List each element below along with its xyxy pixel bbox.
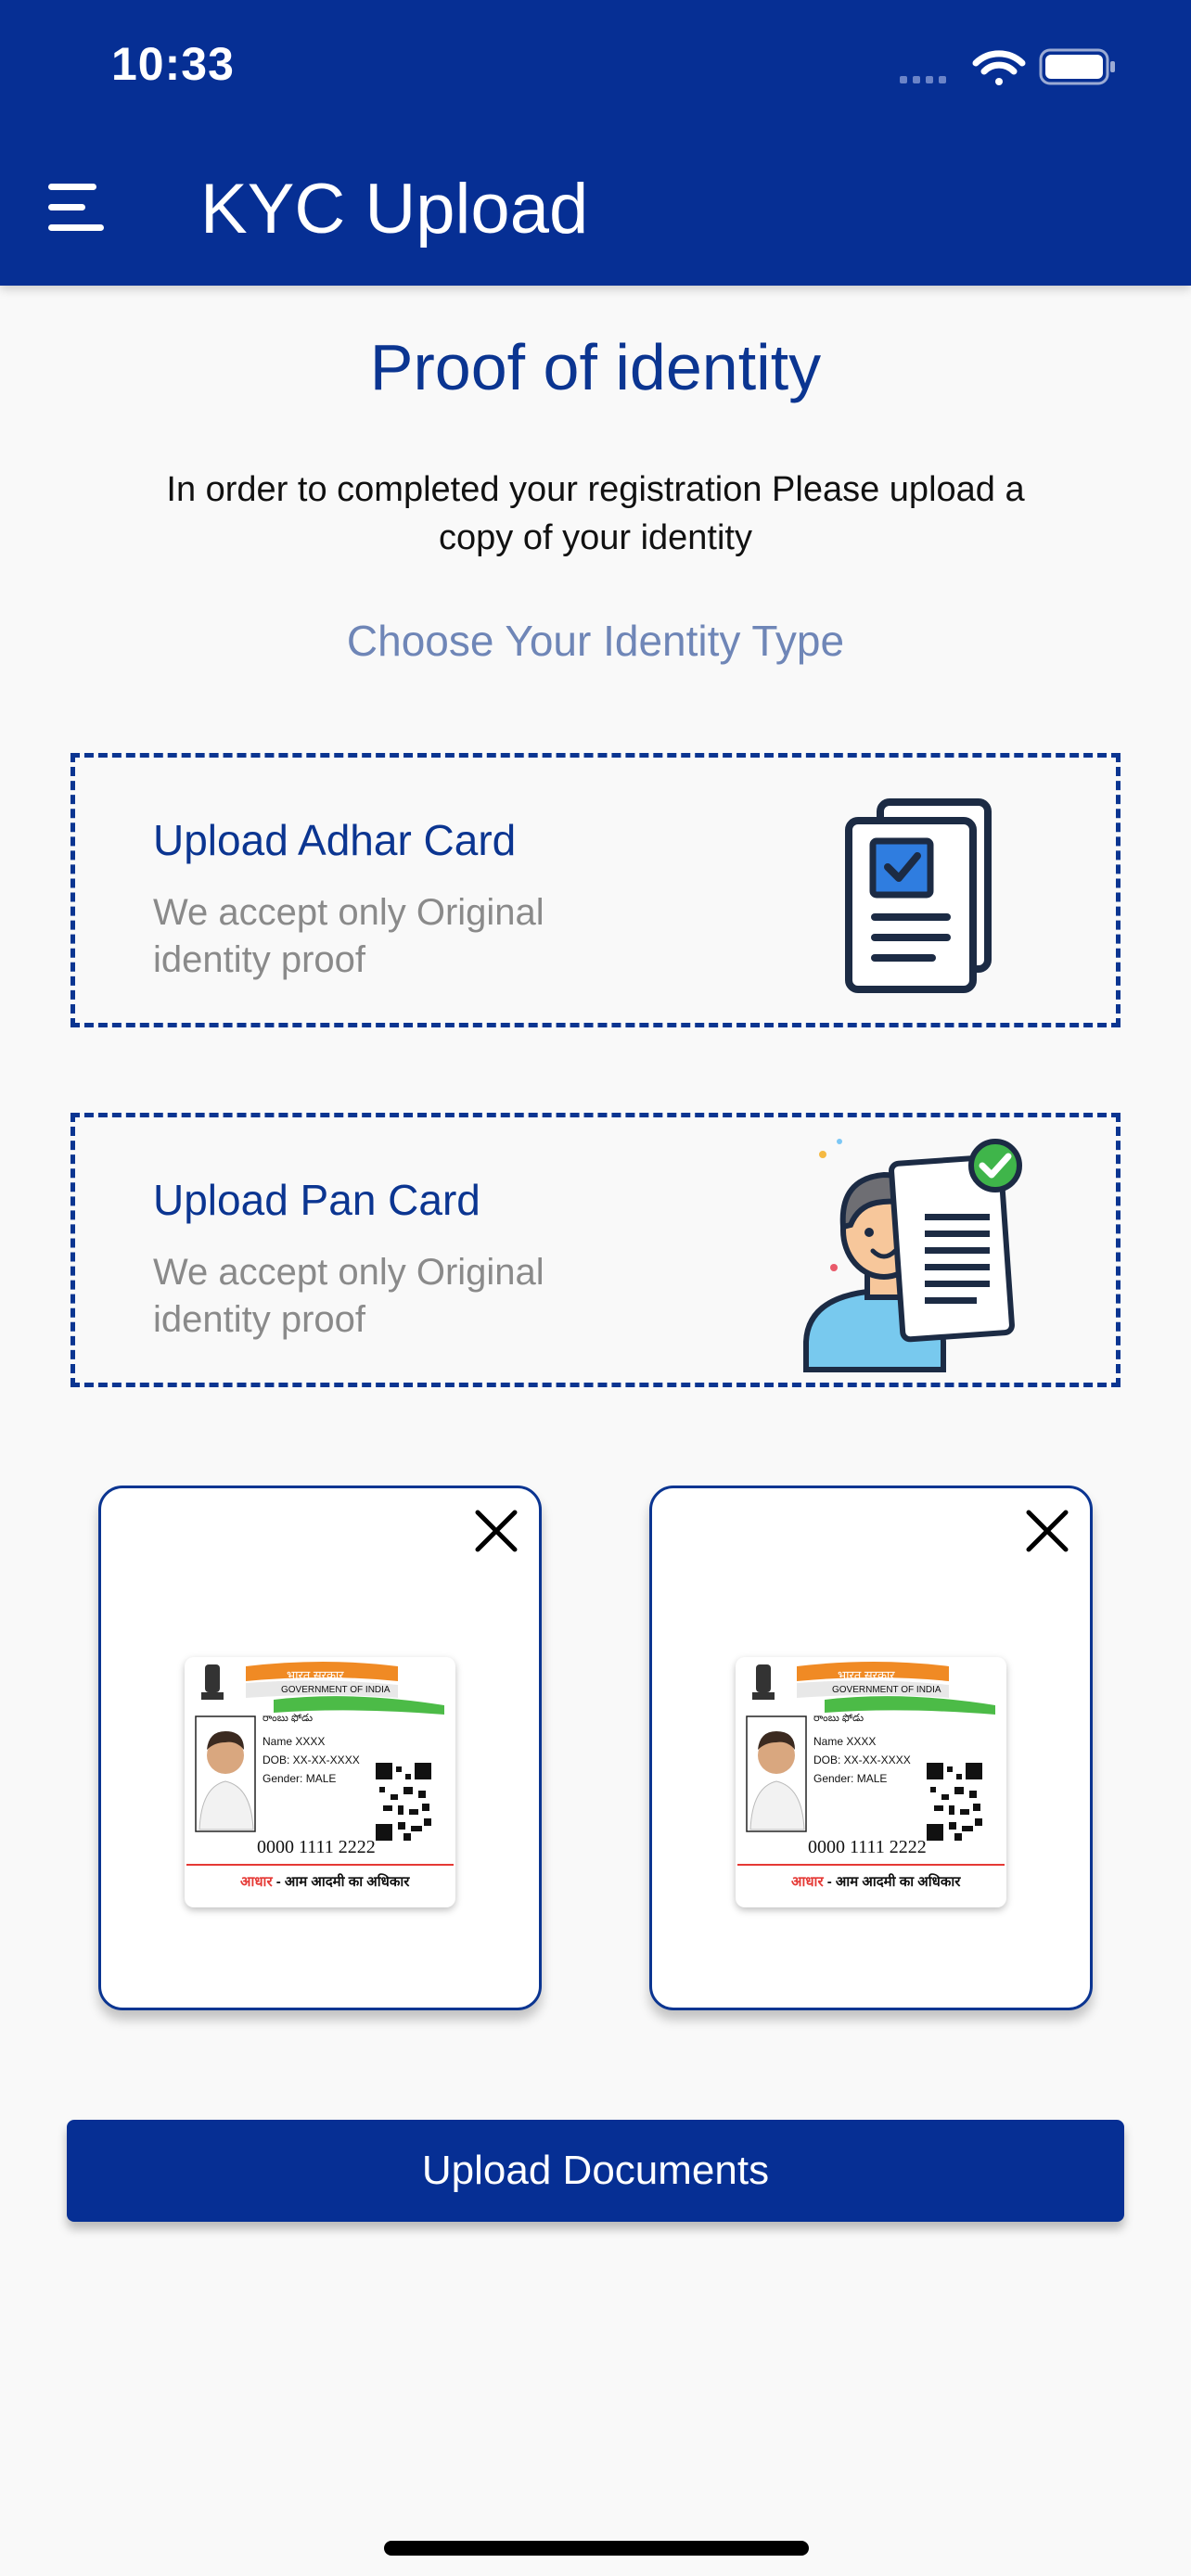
- home-indicator[interactable]: [384, 2541, 809, 2556]
- aadhaar-gender: Gender: MALE: [813, 1772, 888, 1785]
- hamburger-menu-icon[interactable]: [48, 180, 108, 236]
- document-preview-right: भारत सरकार GOVERNMENT OF INDIA రాంబు ఫోడ…: [649, 1486, 1093, 2010]
- option-title: Upload Adhar Card: [153, 816, 517, 864]
- intro-text: In order to completed your registration …: [166, 470, 1025, 557]
- aadhaar-footer-black: - आम आदमी का अधिकार: [823, 1874, 961, 1890]
- aadhaar-footer: आधार - आम आदमी का अधिकार: [791, 1872, 960, 1891]
- aadhaar-regional-name: రాంబు ఫోడు: [263, 1713, 314, 1724]
- aadhaar-footer-red: आधार: [240, 1874, 273, 1890]
- aadhaar-footer: आधार - आम आदमी का अधिकार: [240, 1872, 409, 1891]
- national-emblem-icon: [201, 1664, 224, 1700]
- aadhaar-footer-black: - आम आदमी का अधिकार: [272, 1874, 410, 1890]
- aadhaar-gender: Gender: MALE: [263, 1772, 337, 1785]
- app-header: 10:33 KYC Upload: [0, 0, 1191, 286]
- close-icon[interactable]: [1023, 1507, 1071, 1555]
- aadhaar-gov-hindi: भारत सरकार: [287, 1668, 344, 1682]
- qr-code-icon: [927, 1763, 982, 1841]
- document-preview-left: भारत सरकार GOVERNMENT OF INDIA రాంబు ఫోడ…: [98, 1486, 542, 2010]
- upload-documents-button[interactable]: Upload Documents: [67, 2120, 1124, 2222]
- upload-adhar-card-option[interactable]: Upload Adhar Card We accept only Origina…: [70, 753, 1121, 1027]
- aadhaar-regional-name: రాంబు ఫోడు: [813, 1713, 864, 1724]
- cellular-signal-icon: [900, 76, 946, 83]
- aadhaar-dob: DOB: XX-XX-XXXX: [813, 1753, 911, 1766]
- aadhaar-number: 0000 1111 2222: [808, 1837, 927, 1857]
- person-with-document-icon: [803, 1139, 1022, 1372]
- aadhaar-card-image: भारत सरकार GOVERNMENT OF INDIA రాంబు ఫోడ…: [736, 1657, 1006, 1907]
- aadhaar-card-image: भारत सरकार GOVERNMENT OF INDIA రాంబు ఫోడ…: [185, 1657, 455, 1907]
- page-header-title: KYC Upload: [200, 170, 589, 249]
- option-title: Upload Pan Card: [153, 1176, 480, 1224]
- status-time: 10:33: [111, 38, 235, 90]
- aadhaar-gov-english: GOVERNMENT OF INDIA: [281, 1685, 391, 1695]
- aadhaar-footer-red: आधार: [791, 1874, 824, 1890]
- battery-icon: [1039, 48, 1115, 85]
- aadhaar-gov-english: GOVERNMENT OF INDIA: [832, 1685, 941, 1695]
- choose-identity-label: Choose Your Identity Type: [346, 617, 845, 665]
- aadhaar-name: Name XXXX: [813, 1735, 877, 1748]
- status-icons: [900, 48, 1115, 85]
- national-emblem-icon: [752, 1664, 775, 1700]
- upload-pan-card-option[interactable]: Upload Pan Card We accept only Original …: [70, 1113, 1121, 1387]
- option-subtitle: We accept only Original identity proof: [153, 892, 544, 980]
- close-icon[interactable]: [472, 1507, 520, 1555]
- aadhaar-number: 0000 1111 2222: [257, 1837, 376, 1857]
- aadhaar-gov-hindi: भारत सरकार: [838, 1668, 895, 1682]
- document-check-icon: [845, 798, 992, 993]
- page-title: Proof of identity: [369, 331, 822, 403]
- wifi-icon: [972, 50, 1026, 85]
- aadhaar-dob: DOB: XX-XX-XXXX: [263, 1753, 360, 1766]
- qr-code-icon: [376, 1763, 431, 1841]
- aadhaar-name: Name XXXX: [263, 1735, 326, 1748]
- option-subtitle: We accept only Original identity proof: [153, 1252, 544, 1340]
